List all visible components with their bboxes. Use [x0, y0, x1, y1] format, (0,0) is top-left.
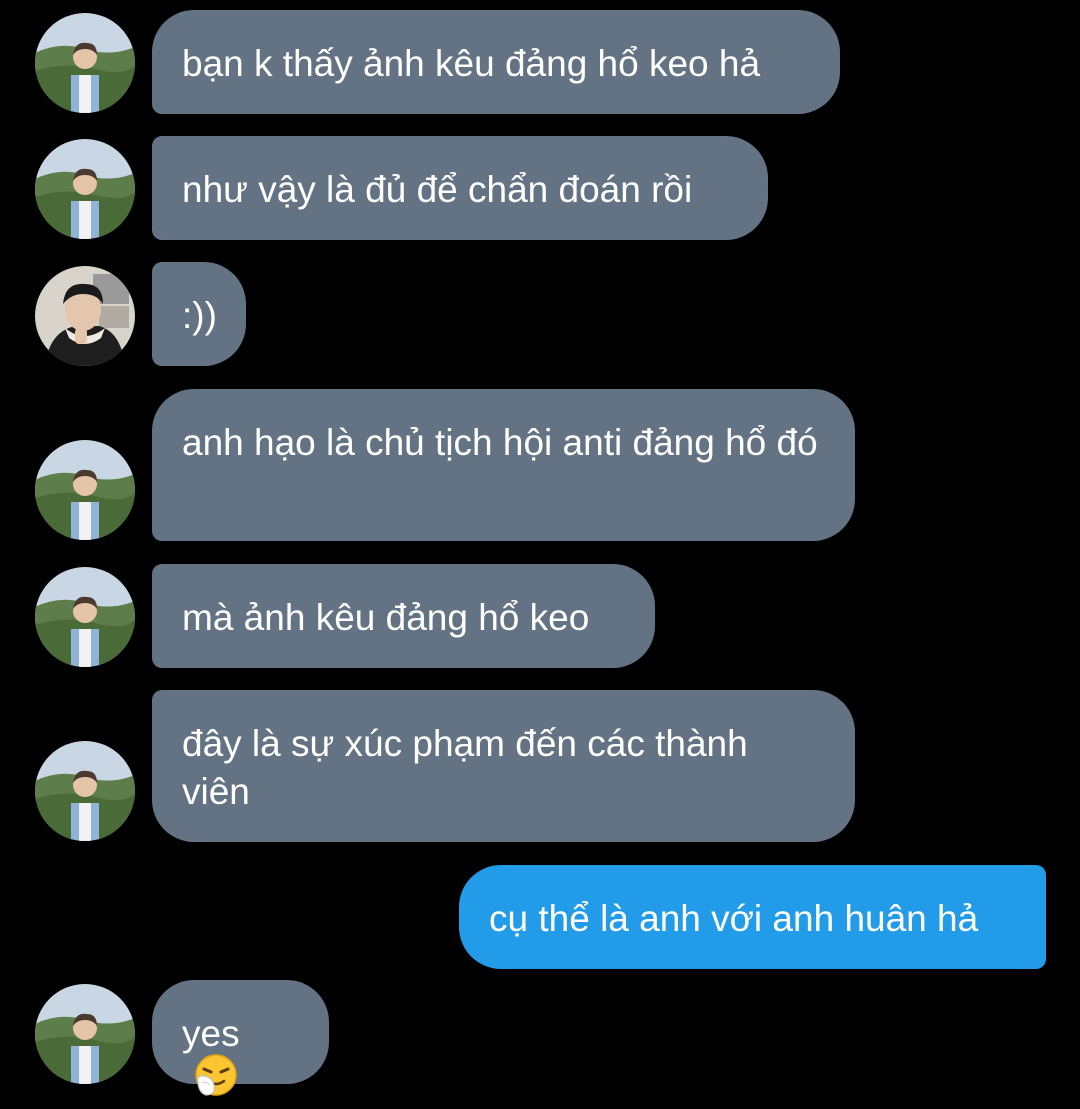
message-bubble-incoming[interactable]: :)): [152, 262, 246, 366]
contact-avatar[interactable]: [35, 984, 135, 1084]
message-bubble-incoming[interactable]: như vậy là đủ để chẩn đoán rồi: [152, 136, 768, 240]
message-text: như vậy là đủ để chẩn đoán rồi: [182, 169, 693, 210]
message-bubble-outgoing[interactable]: cụ thể là anh với anh huân hả: [459, 865, 1046, 969]
message-bubble-incoming[interactable]: bạn k thấy ảnh kêu đảng hổ keo hả: [152, 10, 840, 114]
message-bubble-incoming[interactable]: anh hạo là chủ tịch hội anti đảng hổ đó: [152, 389, 855, 541]
message-bubble-incoming[interactable]: yes: [152, 980, 329, 1096]
sneezing-face-emoji-icon: [194, 1053, 238, 1109]
message-text: cụ thể là anh với anh huân hả: [489, 898, 979, 939]
message-bubble-incoming[interactable]: mà ảnh kêu đảng hổ keo: [152, 564, 655, 668]
landscape-portrait-avatar-image: [35, 440, 135, 540]
landscape-portrait-avatar-image: [35, 741, 135, 841]
message-text: anh hạo là chủ tịch hội anti đảng hổ đó: [182, 422, 818, 463]
message-bubble-incoming[interactable]: đây là sự xúc phạm đến các thành viên: [152, 690, 855, 842]
contact-avatar[interactable]: [35, 440, 135, 540]
message-text: yes: [182, 1013, 240, 1054]
message-text: mà ảnh kêu đảng hổ keo: [182, 597, 590, 638]
message-text: :)): [182, 295, 217, 336]
contact-avatar[interactable]: [35, 13, 135, 113]
landscape-portrait-avatar-image: [35, 13, 135, 113]
landscape-portrait-avatar-image: [35, 984, 135, 1084]
message-text: bạn k thấy ảnh kêu đảng hổ keo hả: [182, 43, 761, 84]
indoor-portrait-avatar-image: [35, 266, 135, 366]
contact-avatar[interactable]: [35, 139, 135, 239]
landscape-portrait-avatar-image: [35, 139, 135, 239]
contact-avatar[interactable]: [35, 567, 135, 667]
landscape-portrait-avatar-image: [35, 567, 135, 667]
message-text: đây là sự xúc phạm đến các thành viên: [182, 723, 748, 812]
contact-avatar[interactable]: [35, 741, 135, 841]
contact-avatar[interactable]: [35, 266, 135, 366]
